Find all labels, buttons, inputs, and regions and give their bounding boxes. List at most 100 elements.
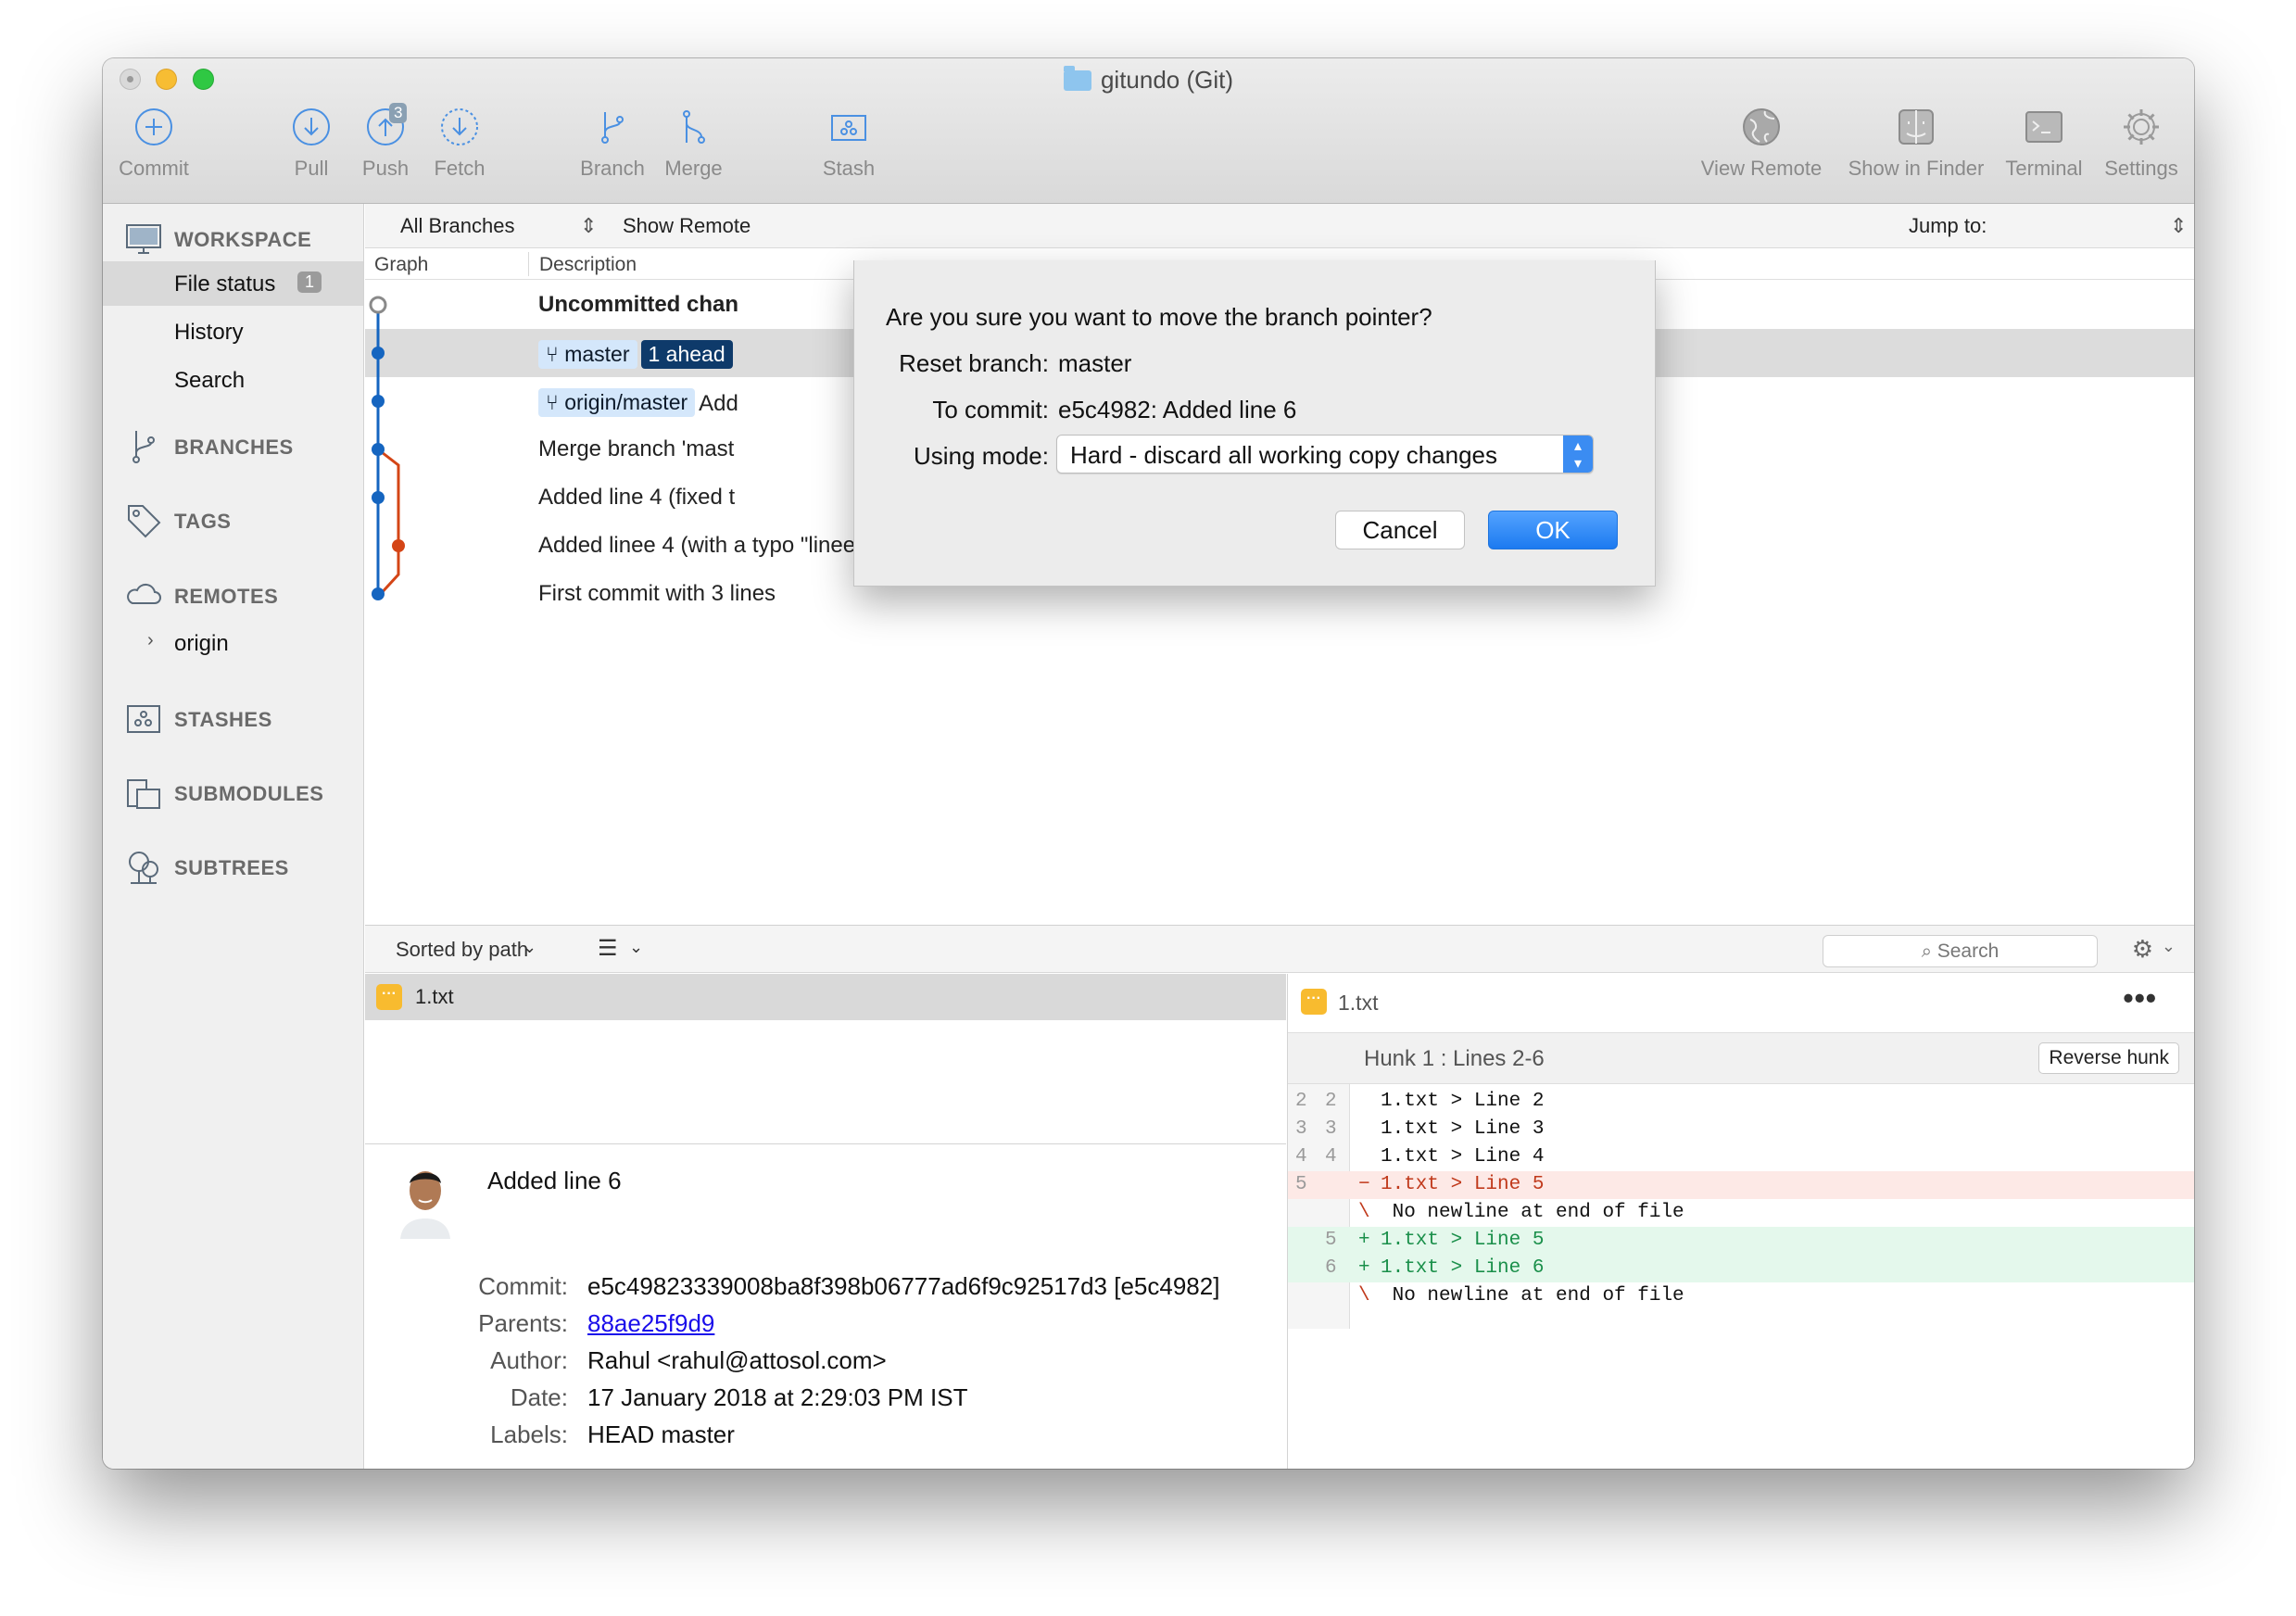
remote-branch-tag[interactable]: ⑂ origin/master [538, 388, 696, 417]
merge-icon [682, 110, 705, 144]
commit-description: First commit with 3 lines [538, 581, 776, 606]
more-options-icon[interactable]: ••• [2123, 981, 2157, 1016]
commit-description: ⑂ origin/master Add [538, 388, 738, 417]
diff-pane: ··· 1.txt ••• Hunk 1 : Lines 2-6 Reverse… [1287, 974, 2194, 1469]
ok-button[interactable]: OK [1488, 511, 1618, 549]
show-remote-toggle[interactable]: Show Remote [623, 214, 751, 238]
sidebar-section-remotes[interactable]: REMOTES [103, 572, 363, 618]
commit-details: Added line 6 Commit: e5c49823339008ba8f3… [365, 1143, 1286, 1469]
sidebar-item-search[interactable]: Search [103, 358, 363, 402]
settings-button[interactable]: Settings [2095, 107, 2188, 181]
files-toolbar: Sorted by path ⌄ ☰ ⌄ [365, 925, 1286, 973]
branch-button[interactable]: Branch [575, 107, 650, 181]
commit-hash-row: Commit: e5c49823339008ba8f398b06777ad6f9… [365, 1272, 1286, 1309]
sidebar-section-tags[interactable]: TAGS [103, 497, 363, 543]
all-branches-select[interactable]: All Branches [400, 214, 515, 238]
labels-value: HEAD master [587, 1420, 735, 1448]
chevron-down-icon[interactable]: ⌄ [523, 938, 536, 957]
list-view-icon[interactable]: ☰ [598, 935, 618, 962]
sidebar-item-label: origin [174, 631, 229, 656]
commit-button[interactable]: Commit [112, 107, 196, 181]
author-avatar [397, 1163, 454, 1239]
diff-line-added[interactable]: 5 + 1.txt > Line 5 [1288, 1227, 2194, 1255]
push-count-badge: 3 [389, 103, 408, 123]
sidebar-section-stashes[interactable]: STASHES [103, 695, 363, 741]
column-divider[interactable] [528, 252, 529, 276]
sidebar-item-label: Search [174, 368, 246, 393]
labels-row: Labels: HEAD master [365, 1420, 1286, 1458]
finder-icon [1899, 109, 1934, 145]
gear-icon[interactable]: ⚙ [2132, 935, 2153, 964]
view-remote-button[interactable]: View Remote [1697, 107, 1826, 181]
parent-commit-link[interactable]: 88ae25f9d9 [587, 1309, 714, 1338]
push-button[interactable]: 3 Push [358, 103, 413, 181]
diff-line[interactable]: 3 3 1.txt > Line 3 [1288, 1116, 2194, 1143]
chevron-right-icon[interactable]: › [147, 630, 154, 651]
search-input[interactable]: ⌕ Search [1823, 935, 2098, 967]
commit-description: Merge branch 'mast [538, 436, 735, 461]
merge-button[interactable]: Merge [659, 107, 728, 181]
diff-text: No newline at end of file [1381, 1202, 1684, 1223]
pull-button[interactable]: Pull [284, 107, 339, 181]
branch-glyph-icon: ⑂ [546, 390, 565, 414]
submodule-icon [127, 779, 160, 809]
reset-branch-dialog: Are you sure you want to move the branch… [853, 260, 1656, 587]
description-column-header[interactable]: Description [539, 254, 637, 276]
terminal-button[interactable]: Terminal [1998, 107, 2090, 181]
diff-line-note: \ No newline at end of file [1288, 1199, 2194, 1227]
diff-text: 1.txt > Line 5 [1381, 1230, 1545, 1251]
modified-file-icon: ··· [1301, 989, 1327, 1015]
diff-line-added[interactable]: 6 + 1.txt > Line 6 [1288, 1255, 2194, 1282]
sidebar-section-subtrees[interactable]: SUBTREES [103, 843, 363, 890]
graph-column-header[interactable]: Graph [374, 254, 428, 276]
filter-bar: All Branches ⇕ Show Remote Jump to: ⇕ [365, 204, 2194, 248]
sidebar-item-file-status[interactable]: File status 1 [103, 261, 363, 306]
branch-label: Branch [580, 157, 645, 180]
diff-line-removed[interactable]: 5 − 1.txt > Line 5 [1288, 1171, 2194, 1199]
view-remote-label: View Remote [1700, 157, 1823, 180]
graph-node [372, 443, 385, 456]
sidebar: WORKSPACE File status 1 History Search B… [103, 204, 364, 1469]
sidebar-item-history[interactable]: History [103, 309, 363, 354]
sidebar-stashes-label: STASHES [174, 708, 272, 731]
diff-sign: − [1358, 1174, 1370, 1195]
jump-to-chevron-icon[interactable]: ⇕ [2170, 214, 2187, 238]
date-label: Date: [510, 1383, 568, 1411]
fetch-button[interactable]: Fetch [427, 107, 492, 181]
sidebar-section-workspace[interactable]: WORKSPACE [103, 215, 363, 261]
gear-icon [2124, 109, 2159, 145]
diff-line[interactable]: 4 4 1.txt > Line 4 [1288, 1143, 2194, 1171]
reverse-hunk-button[interactable]: Reverse hunk [2038, 1042, 2179, 1074]
fetch-icon [441, 108, 478, 145]
stash-button[interactable]: Stash [816, 107, 881, 181]
commit-hash-label: Commit: [478, 1272, 568, 1300]
app-window: gitundo (Git) Commit Pull 3 Push Fetch B… [103, 58, 2194, 1469]
updown-chevron-icon[interactable]: ⇕ [580, 214, 597, 238]
sidebar-submodules-label: SUBMODULES [174, 782, 324, 805]
monitor-icon [126, 224, 161, 254]
branch-glyph-icon: ⑂ [546, 342, 565, 366]
search-icon: ⌕ [1921, 941, 1932, 962]
sidebar-remotes-label: REMOTES [174, 585, 279, 608]
branch-tag[interactable]: ⑂ master [538, 340, 637, 369]
cancel-button[interactable]: Cancel [1335, 511, 1465, 549]
diff-text: 1.txt > Line 2 [1381, 1091, 1545, 1112]
diff-text: 1.txt > Line 5 [1381, 1174, 1545, 1195]
sidebar-section-submodules[interactable]: SUBMODULES [103, 769, 363, 815]
titlebar: gitundo (Git) Commit Pull 3 Push Fetch B… [103, 58, 2194, 204]
file-list-item[interactable]: ··· 1.txt [365, 974, 1286, 1020]
new-line-number: 4 [1325, 1146, 1337, 1168]
diff-sign: \ [1358, 1202, 1370, 1223]
reset-mode-select[interactable]: Hard - discard all working copy changes … [1056, 435, 1594, 473]
chevron-down-icon[interactable]: ⌄ [629, 938, 643, 957]
sidebar-item-origin[interactable]: › origin [103, 621, 363, 665]
sidebar-section-branches[interactable]: BRANCHES [103, 423, 363, 469]
commit-description-text: Add [699, 391, 738, 416]
diff-line[interactable]: 2 2 1.txt > Line 2 [1288, 1088, 2194, 1116]
chevron-down-icon[interactable]: ⌄ [2162, 937, 2176, 956]
labels-label: Labels: [490, 1420, 568, 1448]
show-in-finder-button[interactable]: Show in Finder [1837, 107, 1995, 181]
parents-label: Parents: [478, 1309, 568, 1337]
sort-by-path-select[interactable]: Sorted by path [396, 938, 528, 962]
branch-icon [601, 112, 624, 144]
